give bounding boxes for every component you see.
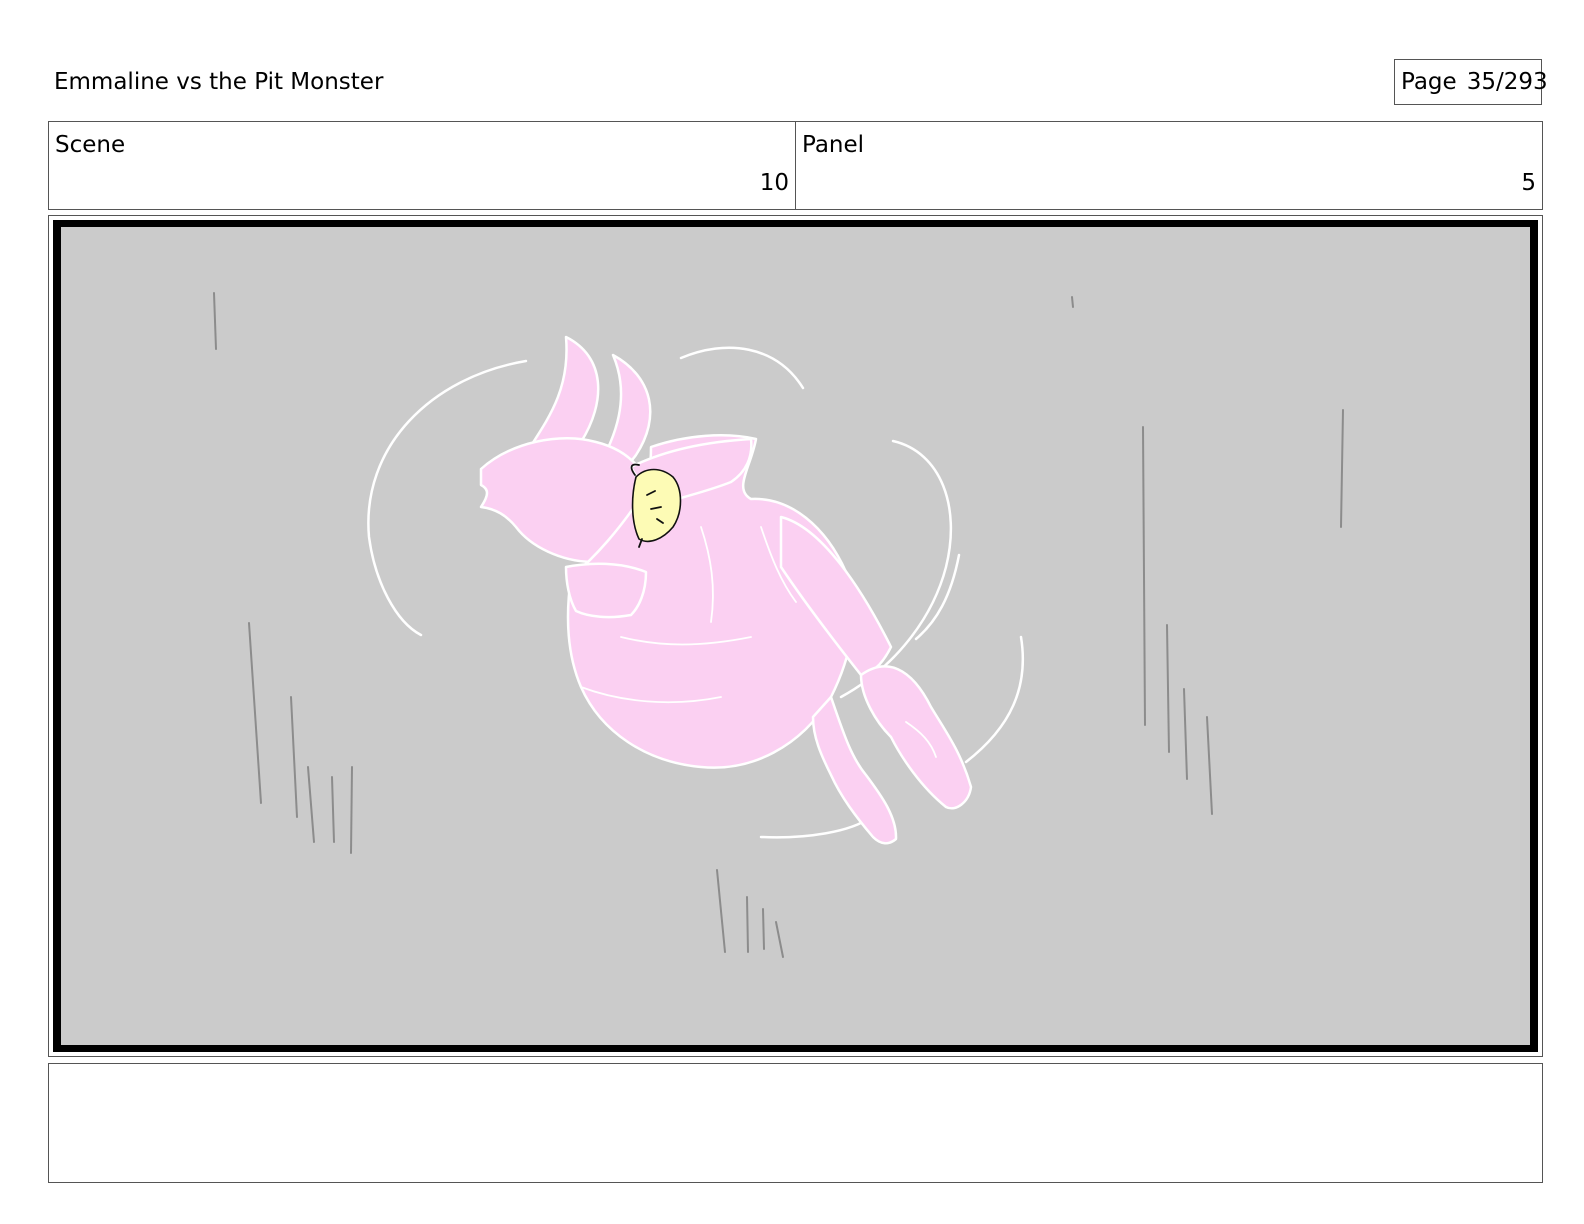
- scene-panel-table: Scene 10 Panel 5: [48, 121, 1543, 210]
- panel-number: 5: [1521, 170, 1536, 196]
- falling-character: [479, 335, 973, 845]
- panel-drawing-canvas: [61, 227, 1530, 1045]
- scene-label: Scene: [55, 132, 126, 158]
- panel-frame: [48, 215, 1543, 1057]
- panel-label: Panel: [802, 132, 865, 158]
- scene-cell: Scene 10: [49, 122, 795, 209]
- storyboard-title: Emmaline vs the Pit Monster: [54, 69, 384, 95]
- page-label: Page: [1401, 69, 1457, 95]
- panel-frame-border: [53, 220, 1538, 1052]
- panel-notes-box: [48, 1063, 1543, 1183]
- panel-cell: Panel 5: [795, 122, 1542, 209]
- storyboard-sketch: [213, 292, 1344, 958]
- page-number: 35/293: [1466, 69, 1548, 95]
- page-indicator: Page 35/293: [1394, 59, 1548, 105]
- scene-number: 10: [759, 170, 789, 196]
